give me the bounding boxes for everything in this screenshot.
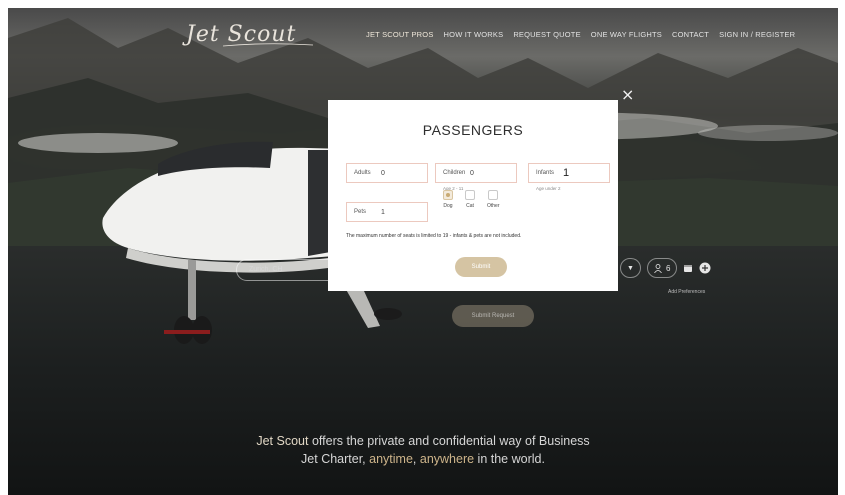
- nav-menu: JET SCOUT PROS HOW IT WORKS REQUEST QUOT…: [366, 30, 795, 39]
- passengers-modal: PASSENGERS Adults 0 Children 0 Age 2 - 1…: [328, 100, 618, 291]
- seat-limit-note: The maximum number of seats is limited t…: [346, 233, 522, 239]
- other-checkbox[interactable]: [488, 190, 499, 200]
- modal-title: PASSENGERS: [422, 122, 524, 138]
- close-icon[interactable]: ×: [621, 87, 634, 103]
- person-icon: [654, 263, 662, 273]
- tagline-anywhere: anywhere: [419, 452, 475, 466]
- dog-checkbox[interactable]: [443, 190, 453, 200]
- tagline-line-2: Jet Charter, anytime, anywhere in the wo…: [8, 450, 838, 468]
- top-navigation: Jet Scout JET SCOUT PROS HOW IT WORKS RE…: [8, 20, 838, 50]
- infants-value[interactable]: 1: [559, 167, 569, 179]
- pet-option-dog[interactable]: Dog: [443, 190, 453, 209]
- children-label: Children: [443, 170, 466, 176]
- nav-jet-scout-pros[interactable]: JET SCOUT PROS: [366, 30, 434, 39]
- pets-label: Pets: [354, 209, 367, 215]
- nav-one-way-flights[interactable]: ONE WAY FLIGHTS: [591, 30, 662, 39]
- dog-label: Dog: [443, 203, 453, 209]
- children-field[interactable]: Children 0: [435, 163, 517, 183]
- pets-value[interactable]: 1: [377, 209, 385, 216]
- search-options: ▼ 6: [620, 258, 711, 278]
- infants-hint: Age under 2: [536, 186, 561, 191]
- submit-request-button[interactable]: Submit Request: [452, 305, 534, 327]
- nav-sign-in-register[interactable]: SIGN IN / REGISTER: [719, 30, 795, 39]
- pets-field[interactable]: Pets 1: [346, 202, 428, 222]
- add-preferences-link[interactable]: Add Preferences: [668, 289, 705, 295]
- calendar-icon[interactable]: [683, 263, 693, 273]
- pet-option-cat[interactable]: Cat: [465, 190, 475, 209]
- cat-checkbox[interactable]: [465, 190, 475, 200]
- pet-type-options: Dog Cat Other: [443, 190, 500, 209]
- chevron-down-icon: ▼: [627, 264, 634, 272]
- passengers-button[interactable]: 6: [646, 258, 678, 278]
- infants-field[interactable]: Infants 1: [528, 163, 610, 183]
- tagline-line-1: Jet Scout offers the private and confide…: [8, 432, 838, 450]
- nav-contact[interactable]: CONTACT: [672, 30, 709, 39]
- passenger-count: 6: [665, 263, 671, 273]
- logo-swoosh-icon: [223, 43, 313, 47]
- tagline-line2-start: Jet Charter,: [301, 452, 370, 466]
- adults-label: Adults: [354, 170, 371, 176]
- adults-field[interactable]: Adults 0: [346, 163, 428, 183]
- cat-label: Cat: [466, 203, 474, 209]
- adults-value[interactable]: 0: [377, 170, 385, 177]
- other-label: Other: [487, 203, 500, 209]
- infants-label: Infants: [536, 170, 555, 176]
- trip-type-select[interactable]: ▼: [620, 258, 641, 278]
- pet-option-other[interactable]: Other: [487, 190, 500, 209]
- tagline-anytime: anytime: [369, 452, 413, 466]
- tagline-line2-end: in the world.: [474, 452, 545, 466]
- add-icon[interactable]: [699, 262, 711, 274]
- tagline-brand: Jet Scout: [256, 434, 309, 448]
- nav-how-it-works[interactable]: HOW IT WORKS: [444, 30, 504, 39]
- tagline: Jet Scout offers the private and confide…: [8, 432, 838, 468]
- modal-submit-button[interactable]: Submit: [455, 257, 507, 277]
- children-value[interactable]: 0: [466, 170, 474, 177]
- tagline-line1-text: offers the private and confidential way …: [308, 434, 590, 448]
- tagline-separator: ,: [412, 452, 420, 466]
- nav-request-quote[interactable]: REQUEST QUOTE: [513, 30, 580, 39]
